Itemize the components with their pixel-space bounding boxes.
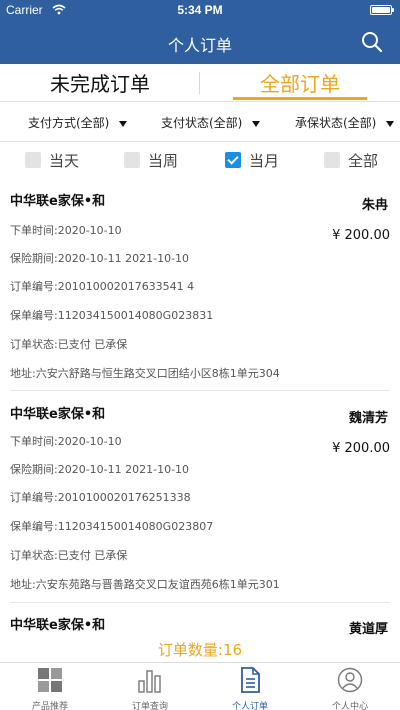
divider <box>10 390 390 391</box>
tab-incomplete-orders[interactable]: 未完成订单 <box>0 68 200 97</box>
order-status: 订单状态:已支付 已承保 <box>10 338 128 351</box>
tabbar-label: 个人订单 <box>231 702 268 710</box>
policy-holder: 黄道厚 <box>348 622 388 637</box>
insurance-period: 保险期间:2020-10-11 2021-10-10 <box>10 252 190 265</box>
period-today-checkbox[interactable]: 当天 <box>25 150 79 171</box>
address: 地址:六安六舒路与恒生路交叉口团结小区8栋1单元304 <box>10 367 280 380</box>
bottom-tab-bar: 产品推荐 订单查询 个人订单 个人中心 <box>0 662 400 710</box>
tabbar-label: 订单查询 <box>131 702 168 710</box>
order-time: 下单时间:2020-10-10 <box>10 435 122 448</box>
active-tab-indicator <box>233 97 367 100</box>
filter-label: 承保状态(全部) <box>295 116 377 130</box>
filter-label: 支付方式(全部) <box>28 116 110 130</box>
battery-icon <box>370 5 394 15</box>
product-name: 中华联e家保•和 <box>10 194 106 209</box>
period-label: 当天 <box>49 152 80 170</box>
person-icon <box>337 667 363 693</box>
caret-down-icon <box>386 120 395 127</box>
order-price: ¥ 200.00 <box>332 228 390 243</box>
caret-down-icon <box>252 120 261 127</box>
clock: 5:34 PM <box>177 3 223 17</box>
policy-number: 保单编号:112034150014080G023807 <box>10 520 214 533</box>
order-number: 订单编号:2010100020176251338 <box>10 491 191 504</box>
payment-method-filter[interactable]: 支付方式(全部) <box>28 114 128 131</box>
policy-number: 保单编号:112034150014080G023831 <box>10 309 214 322</box>
period-label: 当月 <box>249 152 280 170</box>
policy-holder: 魏清芳 <box>348 411 388 426</box>
order-status: 订单状态:已支付 已承保 <box>10 549 128 562</box>
order-card[interactable]: 中华联e家保•和 朱冉 ¥ 200.00 下单时间:2020-10-10 保险期… <box>0 190 400 391</box>
payment-status-filter[interactable]: 支付状态(全部) <box>161 114 261 131</box>
period-month-checkbox[interactable]: 当月 <box>225 150 279 171</box>
filter-bar: 支付方式(全部) 支付状态(全部) 承保状态(全部) <box>0 102 400 142</box>
search-icon[interactable] <box>360 30 384 54</box>
tabbar-order-query[interactable]: 订单查询 <box>100 667 200 710</box>
order-count: 订单数量:16 <box>157 641 243 659</box>
tabbar-personal-center[interactable]: 个人中心 <box>300 667 400 710</box>
order-tabs: 未完成订单 全部订单 <box>0 64 400 102</box>
tabbar-product-recommend[interactable]: 产品推荐 <box>0 667 100 710</box>
policy-holder: 朱冉 <box>361 198 388 213</box>
grid-icon <box>38 668 62 692</box>
address: 地址:六安东苑路与晋善路交叉口友谊西苑6栋1单元301 <box>10 578 280 591</box>
nav-bar: 个人订单 <box>0 20 400 64</box>
checkbox-icon <box>324 152 340 168</box>
tabbar-label: 产品推荐 <box>31 702 68 710</box>
period-week-checkbox[interactable]: 当周 <box>124 150 178 171</box>
period-selector: 当天 当周 当月 全部 <box>0 142 400 180</box>
filter-label: 支付状态(全部) <box>161 116 243 130</box>
product-name: 中华联e家保•和 <box>10 407 106 422</box>
product-name: 中华联e家保•和 <box>10 618 106 633</box>
document-icon <box>241 667 260 693</box>
checkbox-icon <box>25 152 41 168</box>
tab-all-orders[interactable]: 全部订单 <box>200 68 400 97</box>
status-bar: Carrier 5:34 PM <box>0 0 400 20</box>
bar-chart-icon <box>138 670 161 693</box>
page-title: 个人订单 <box>167 36 232 55</box>
checkbox-checked-icon <box>225 152 241 168</box>
insurance-period: 保险期间:2020-10-11 2021-10-10 <box>10 463 190 476</box>
tabbar-personal-orders[interactable]: 个人订单 <box>200 667 300 710</box>
order-time: 下单时间:2020-10-10 <box>10 224 122 237</box>
underwriting-status-filter[interactable]: 承保状态(全部) <box>295 114 395 131</box>
order-price: ¥ 200.00 <box>332 441 390 456</box>
order-card[interactable]: 中华联e家保•和 魏清芳 ¥ 200.00 下单时间:2020-10-10 保险… <box>0 403 400 603</box>
period-label: 当周 <box>148 152 179 170</box>
divider <box>10 602 390 603</box>
caret-down-icon <box>119 120 128 127</box>
order-number: 订单编号:201010002017633541 4 <box>10 280 195 293</box>
period-label: 全部 <box>348 152 379 170</box>
period-all-checkbox[interactable]: 全部 <box>324 150 378 171</box>
checkbox-icon <box>124 152 140 168</box>
tabbar-label: 个人中心 <box>331 702 368 710</box>
